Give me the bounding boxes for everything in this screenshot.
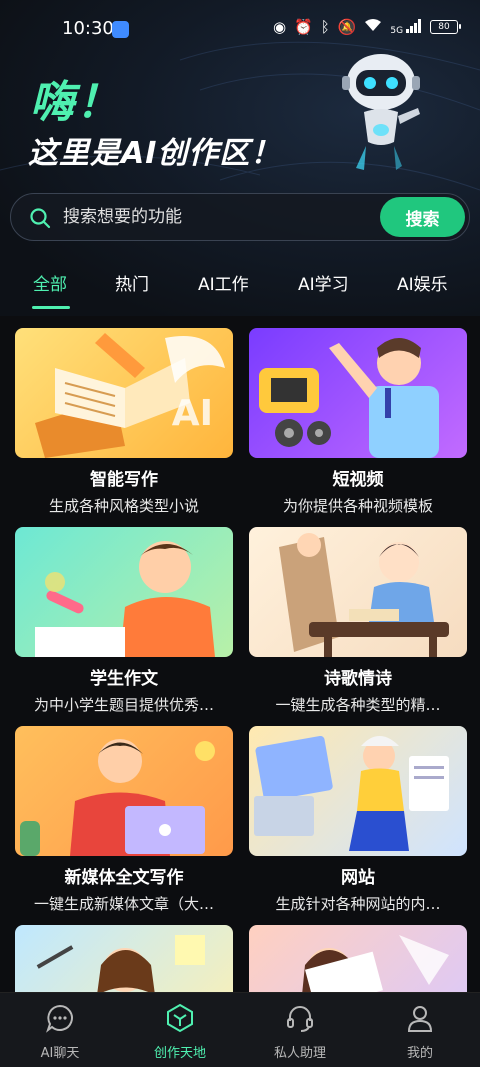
status-time: 10:30 bbox=[62, 18, 114, 39]
battery-icon: 80 bbox=[430, 20, 461, 34]
laptop-user-illustration-icon bbox=[20, 739, 215, 856]
nav-mine[interactable]: 我的 bbox=[370, 1003, 470, 1061]
header-banner: 10:30 ◉ ⏰ ᛒ 🔕 5G 80 嗨！ 这里是AI创作区！ 搜索想要的功能… bbox=[0, 0, 480, 320]
card-title: 新媒体全文写作 bbox=[64, 868, 184, 888]
card-image bbox=[249, 726, 467, 856]
poet-illustration-icon bbox=[279, 533, 449, 657]
card-desc: 一键生成新媒体文章（大… bbox=[33, 895, 214, 913]
tab-ai-work[interactable]: AI工作 bbox=[198, 270, 249, 295]
eye-icon: ◉ bbox=[272, 18, 287, 36]
hero-title: 嗨！ bbox=[30, 77, 122, 128]
nav-label: 私人助理 bbox=[273, 1046, 326, 1061]
card-short-video[interactable]: 短视频 为你提供各种视频模板 bbox=[249, 328, 467, 516]
card-image: AI bbox=[15, 328, 233, 458]
nav-label: 创作天地 bbox=[153, 1046, 206, 1061]
battery-level: 80 bbox=[438, 22, 450, 32]
cube-icon bbox=[167, 1003, 193, 1033]
card-desc: 为你提供各种视频模板 bbox=[282, 497, 433, 515]
robot-mascot-icon bbox=[342, 54, 420, 170]
card-image bbox=[249, 925, 467, 992]
card-title: 智能写作 bbox=[90, 470, 158, 490]
tab-all[interactable]: 全部 bbox=[33, 270, 67, 295]
signal-icon: 5G bbox=[390, 18, 422, 36]
bluetooth-icon: ᛒ bbox=[320, 18, 330, 36]
video-illustration-icon bbox=[259, 338, 439, 458]
app-notification-icon bbox=[112, 21, 129, 38]
mute-icon: 🔕 bbox=[337, 18, 357, 36]
tab-ai-entertainment[interactable]: AI娱乐 bbox=[397, 270, 448, 295]
nav-label: AI聊天 bbox=[40, 1046, 80, 1061]
card-title: 短视频 bbox=[332, 470, 384, 490]
card-desc: 生成各种风格类型小说 bbox=[48, 497, 199, 515]
tab-ai-study[interactable]: AI学习 bbox=[298, 270, 349, 295]
girl-illustration-icon bbox=[36, 935, 205, 992]
category-tabs: 全部 热门 AI工作 AI学习 AI娱乐 bbox=[0, 266, 480, 308]
card-desc: 一键生成各种类型的精… bbox=[275, 696, 441, 714]
card-smart-writing[interactable]: AI 智能写作 生成各种风格类型小说 bbox=[15, 328, 233, 516]
card-image bbox=[249, 527, 467, 657]
reader-illustration-icon bbox=[302, 935, 449, 992]
card-image bbox=[15, 925, 233, 992]
card-partial-right[interactable] bbox=[249, 925, 467, 992]
card-poetry[interactable]: 诗歌情诗 一键生成各种类型的精… bbox=[249, 527, 467, 715]
card-image bbox=[15, 527, 233, 657]
status-icons: ◉ ⏰ ᛒ 🔕 5G 80 bbox=[272, 18, 461, 36]
card-student-essay[interactable]: 学生作文 为中小学生题目提供优秀… bbox=[15, 527, 233, 715]
card-partial-left[interactable] bbox=[15, 925, 233, 992]
card-desc: 生成针对各种网站的内… bbox=[275, 895, 441, 913]
card-title: 学生作文 bbox=[90, 669, 158, 689]
nav-personal-assistant[interactable]: 私人助理 bbox=[250, 1003, 350, 1061]
network-type: 5G bbox=[390, 25, 404, 36]
nav-creation-world[interactable]: 创作天地 bbox=[130, 1003, 230, 1061]
card-title: 网站 bbox=[341, 868, 375, 888]
card-title: 诗歌情诗 bbox=[324, 669, 392, 689]
person-icon bbox=[407, 1006, 433, 1032]
card-image bbox=[249, 328, 467, 458]
card-desc: 为中小学生题目提供优秀… bbox=[33, 696, 214, 714]
wifi-icon bbox=[364, 18, 382, 36]
search-button[interactable]: 搜索 bbox=[380, 197, 465, 237]
tab-hot[interactable]: 热门 bbox=[115, 270, 149, 295]
bottom-navigation: AI聊天 创作天地 私人助理 我的 bbox=[0, 992, 480, 1067]
chat-icon bbox=[46, 1004, 73, 1033]
card-website[interactable]: 网站 生成针对各种网站的内… bbox=[249, 726, 467, 914]
nav-label: 我的 bbox=[406, 1046, 433, 1061]
card-image bbox=[15, 726, 233, 856]
tab-indicator bbox=[32, 306, 70, 309]
search-icon bbox=[30, 208, 51, 229]
feature-grid: AI 智能写作 生成各种风格类型小说 短视频 为你提供各种视频模板 学生作文 为… bbox=[0, 316, 480, 992]
search-input[interactable] bbox=[63, 194, 363, 240]
headset-icon bbox=[287, 1006, 313, 1032]
card-new-media-writing[interactable]: 新媒体全文写作 一键生成新媒体文章（大… bbox=[15, 726, 233, 914]
ai-badge: AI bbox=[171, 393, 213, 434]
alarm-icon: ⏰ bbox=[294, 18, 313, 36]
student-illustration-icon bbox=[35, 541, 215, 657]
hero-subtitle: 这里是AI创作区！ bbox=[28, 136, 282, 171]
website-illustration-icon bbox=[254, 735, 449, 851]
search-bar[interactable]: 搜索 bbox=[10, 193, 470, 241]
nav-ai-chat[interactable]: AI聊天 bbox=[10, 1003, 110, 1061]
